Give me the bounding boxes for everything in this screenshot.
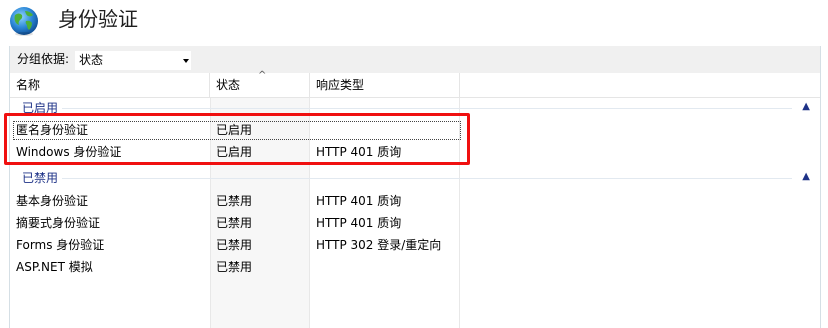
column-header: 名称 状态 ^ 响应类型 — [10, 70, 820, 98]
group-by-value: 状态 — [79, 53, 104, 67]
row-response: HTTP 302 登录/重定向 — [316, 238, 442, 252]
table-row[interactable]: 摘要式身份验证 已禁用 HTTP 401 质询 — [10, 212, 820, 234]
row-name: ASP.NET 模拟 — [16, 260, 93, 274]
group-separator — [22, 108, 792, 109]
table-row[interactable]: ASP.NET 模拟 已禁用 — [10, 256, 820, 278]
row-status: 已禁用 — [216, 238, 253, 252]
page-title: 身份验证 — [58, 7, 138, 31]
row-name: 基本身份验证 — [16, 194, 89, 208]
column-header-response-type[interactable]: 响应类型 — [310, 73, 460, 97]
row-name: 摘要式身份验证 — [16, 216, 101, 230]
group-label: 已禁用 — [22, 168, 63, 188]
row-status: 已禁用 — [216, 260, 253, 274]
dropdown-arrow-icon — [183, 59, 189, 63]
table-row[interactable]: Forms 身份验证 已禁用 HTTP 302 登录/重定向 — [10, 234, 820, 256]
row-name: Forms 身份验证 — [16, 238, 105, 252]
group-by-select[interactable]: 状态 — [74, 50, 192, 71]
group-separator — [22, 178, 792, 179]
group-toolbar: 分组依据: 状态 — [10, 46, 820, 73]
row-response: HTTP 401 质询 — [316, 194, 402, 208]
column-header-name[interactable]: 名称 — [10, 73, 210, 97]
row-status: 已禁用 — [216, 216, 253, 230]
table-row[interactable]: 基本身份验证 已禁用 HTTP 401 质询 — [10, 190, 820, 212]
features-panel: 分组依据: 状态 名称 状态 ^ 响应类型 已启用 ▲ 匿名身份验证 已启用 W… — [9, 46, 821, 328]
group-header-disabled[interactable]: 已禁用 ▲ — [10, 168, 820, 188]
globe-icon — [8, 5, 40, 37]
red-highlight-box — [4, 113, 470, 165]
row-status: 已禁用 — [216, 194, 253, 208]
collapse-icon[interactable]: ▲ — [802, 171, 810, 182]
row-response: HTTP 401 质询 — [316, 216, 402, 230]
sort-ascending-icon: ^ — [258, 70, 267, 81]
group-by-label: 分组依据: — [17, 52, 70, 66]
collapse-icon[interactable]: ▲ — [802, 101, 810, 112]
